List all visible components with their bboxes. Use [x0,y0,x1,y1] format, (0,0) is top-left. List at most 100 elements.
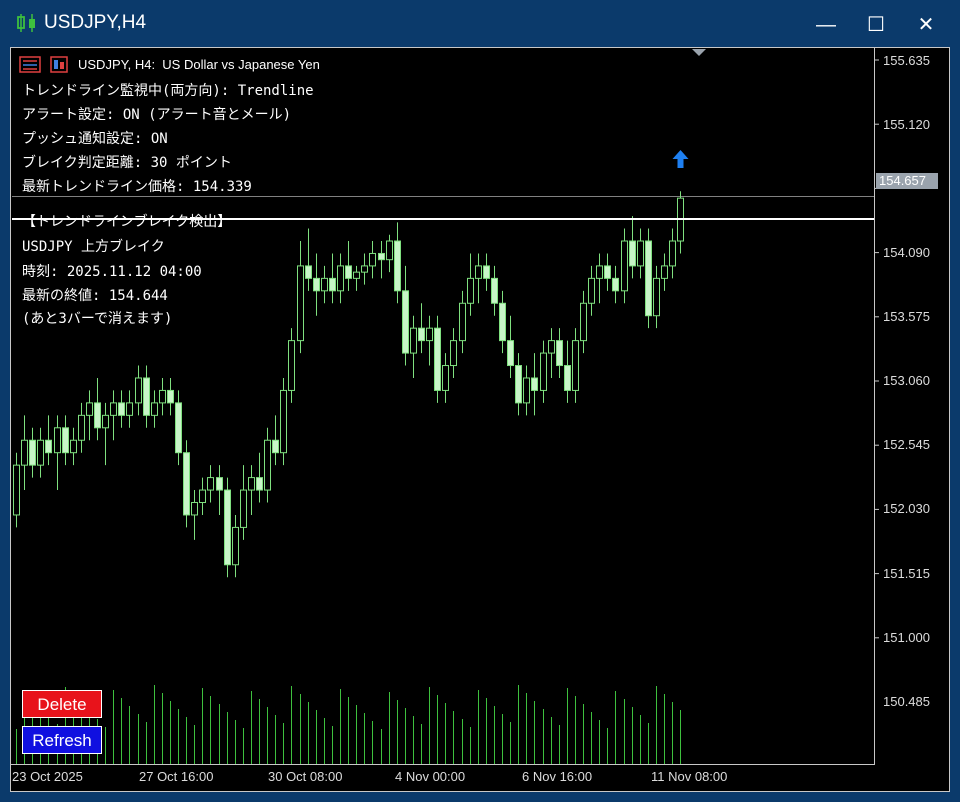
info-alert-setting: アラート設定: ON (アラート音とメール) [22,107,292,123]
price-tick-label: 150.485 [883,694,930,709]
info-break-distance: ブレイク判定距離: 30 ポイント [22,155,232,171]
candle-bear [45,439,52,454]
candle-bear [378,252,385,261]
candle-bear [612,277,619,292]
candle-bear [256,477,263,491]
candle-bull [78,414,85,441]
candle-bear [313,277,320,292]
buy-signal-arrow [672,150,689,168]
candle-bear [272,439,279,454]
candle-bull [297,265,304,342]
candle-bull [353,271,360,279]
candle-bear [531,377,538,391]
candle-bear [94,402,101,429]
chart-header-symbol: USDJPY, H4: US Dollar vs Japanese Yen [78,57,320,72]
candle-bear [216,477,223,491]
chart-header-icons [19,56,68,73]
candle-bull [159,389,166,404]
candle-bear [645,240,652,317]
price-tick-label: 152.545 [883,437,930,452]
candle-bull [361,265,368,273]
refresh-button[interactable]: Refresh [22,726,102,754]
time-tick-label: 4 Nov 00:00 [395,769,466,784]
price-tick-label: 155.120 [883,117,930,132]
candle-bull [86,402,93,416]
candle-bull [232,526,239,566]
break-detected-title: 【トレンドラインブレイク検出】 [22,214,232,230]
candle-bull [661,265,668,279]
candle-bull [450,340,457,367]
break-expire-note: (あと3バーで消えます) [22,311,173,327]
candle-bear [394,240,401,292]
candle-bull [523,377,530,404]
candle-bull [621,240,628,292]
candle-bull [580,302,587,342]
candle-bull [386,240,393,261]
candle-bear [118,402,125,416]
candle-bear [329,277,336,292]
candle-bull [321,277,328,292]
candle-bull [135,377,142,404]
candle-bear [564,365,571,391]
candle-bull [288,340,295,391]
candle-bear [167,389,174,404]
candle-bull [13,464,20,516]
price-tick-label: 153.060 [883,373,930,388]
time-tick-label: 6 Nov 16:00 [522,769,593,784]
candle-bear [491,277,498,304]
candle-bear [183,452,190,516]
delete-button[interactable]: Delete [22,690,102,718]
candle-bull [207,477,214,491]
time-tick-label: 30 Oct 08:00 [268,769,343,784]
time-tick-label: 23 Oct 2025 [12,769,83,784]
candle-bull [475,265,482,279]
price-tick-label: 151.000 [883,630,930,645]
candle-bull [337,265,344,292]
price-tick-label: 152.030 [883,501,930,516]
candle-bull [240,489,247,528]
candle-bear [175,402,182,454]
candle-bear [515,365,522,404]
candle-bull [126,402,133,416]
time-tick-label: 27 Oct 16:00 [139,769,214,784]
candle-bull [70,439,77,454]
candle-bull [596,265,603,279]
info-trendline-price: 最新トレンドライン価格: 154.339 [22,179,252,195]
candle-bear [402,290,409,354]
candle-bear [629,240,636,267]
candle-bull [467,277,474,304]
candle-bull [653,277,660,317]
price-tick-label: 154.090 [883,245,930,260]
candle-bull [410,327,417,354]
candle-bear [224,489,231,566]
candle-bull [572,340,579,391]
time-tick-label: 11 Nov 08:00 [651,769,728,784]
candle-bull [248,477,255,491]
candle-bear [62,427,69,454]
candle-bear [434,327,441,391]
candle-bear [499,302,506,342]
candle-bear [305,265,312,279]
candle-bull [442,365,449,391]
trade-list-icon [19,56,41,73]
info-push-setting: プッシュ通知設定: ON [22,131,168,147]
break-symbol-direction: USDJPY 上方ブレイク [22,239,165,255]
candle-bull [669,240,676,267]
candle-bear [556,340,563,367]
break-time: 時刻: 2025.11.12 04:00 [22,264,202,280]
candle-bull [21,439,28,466]
candle-bull [102,414,109,429]
candle-bull [426,327,433,342]
candle-bull [110,402,117,416]
candle-bull [637,240,644,267]
candle-bear [507,340,514,367]
price-tick-label: 153.575 [883,309,930,324]
candle-bull [280,389,287,454]
candle-bull [54,427,61,454]
candle-bear [345,265,352,279]
candle-bull [369,252,376,267]
info-trendline-monitor: トレンドライン監視中(両方向): Trendline [22,83,314,99]
candle-bull [37,439,44,466]
expert-advisor-icon [50,56,68,73]
candle-bear [29,439,36,466]
